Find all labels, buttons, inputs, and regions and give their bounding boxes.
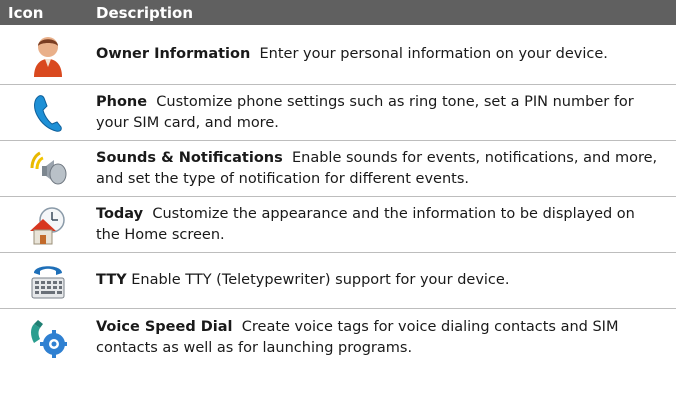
row-title: Voice Speed Dial [96,319,233,335]
table-row-tty: TTY Enable TTY (Teletypewriter) support … [0,253,676,309]
row-title: Sounds & Notifications [96,149,283,166]
row-text: Enter your personal information on your … [259,46,608,62]
row-title: Owner Information [96,46,251,62]
table-row-voice-speed-dial: Voice Speed Dial Create voice tags for v… [0,309,676,367]
table-row-owner-information: Owner Information Enter your personal in… [0,25,676,85]
header-description-column: Description [96,3,194,22]
sounds-notifications-icon [30,151,67,184]
phone-icon [34,94,62,132]
row-text: Customize phone settings such as ring to… [96,93,634,131]
table-row-sounds-notifications: Sounds & Notifications Enable sounds for… [0,141,676,197]
today-icon [30,206,65,244]
table-row-phone: Phone Customize phone settings such as r… [0,85,676,141]
header-icon-column: Icon [8,3,44,22]
table-header: Icon Description [0,0,676,25]
settings-icon-table: Icon Description Owner Information Enter… [0,0,676,367]
row-title: Today [96,205,144,222]
row-text: Enable TTY (Teletypewriter) support for … [131,272,510,288]
tty-icon [31,265,65,298]
table-row-today: Today Customize the appearance and the i… [0,197,676,253]
voice-speed-dial-icon [31,320,67,358]
row-text: Customize the appearance and the informa… [96,205,635,243]
row-title: TTY [96,272,127,288]
owner-information-icon [34,36,62,77]
row-title: Phone [96,93,148,110]
